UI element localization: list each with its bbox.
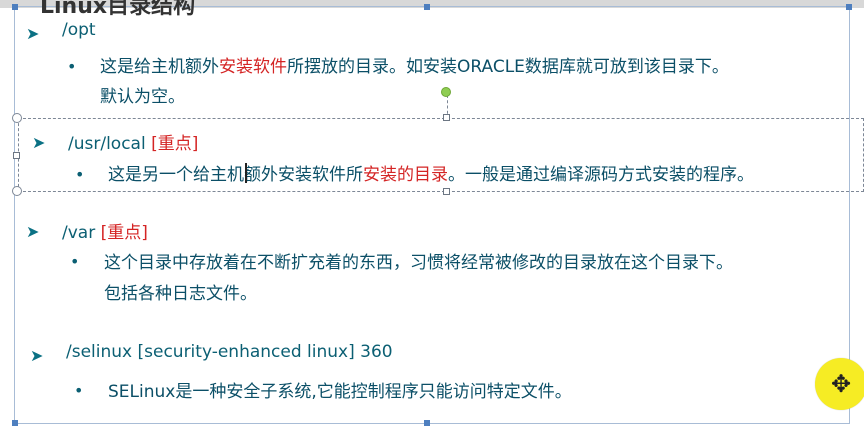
text-cursor xyxy=(245,163,247,183)
arrowhead-icon: ➤ xyxy=(26,222,40,241)
resize-handle-left[interactable] xyxy=(13,152,20,159)
bullet-icon: • xyxy=(67,57,77,76)
resize-handle-top-left[interactable] xyxy=(12,113,22,123)
frame-handle-top-left[interactable] xyxy=(12,4,18,10)
section-usr-local-head: /usr/local [重点] xyxy=(68,134,199,154)
section-opt-line2: 默认为空。 xyxy=(100,87,185,107)
bullet-icon: • xyxy=(74,381,84,400)
frame-handle-bottom-center[interactable] xyxy=(424,420,430,426)
section-var-line1: 这个目录中存放着在不断扩充着的东西，习惯将经常被修改的目录放在这个目录下。 xyxy=(104,253,733,273)
bullet-icon: • xyxy=(75,165,85,184)
section-opt-head: /opt xyxy=(62,20,96,40)
section-opt-line1: 这是给主机额外安装软件所摆放的目录。如安装ORACLE数据库就可放到该目录下。 xyxy=(100,57,729,77)
arrowhead-icon: ➤ xyxy=(26,24,40,43)
frame-handle-top-right[interactable] xyxy=(846,4,852,10)
rotate-handle[interactable] xyxy=(441,87,451,97)
resize-handle-bottom[interactable] xyxy=(443,188,450,195)
frame-handle-bottom-left[interactable] xyxy=(12,420,18,426)
arrowhead-icon: ➤ xyxy=(30,346,44,365)
resize-handle-bottom-left[interactable] xyxy=(12,186,22,196)
move-icon[interactable]: ✥ xyxy=(815,358,864,410)
section-selinux-head: /selinux [security-enhanced linux] 360 xyxy=(66,342,393,362)
arrowhead-icon: ➤ xyxy=(32,133,46,152)
section-selinux-line1: SELinux是一种安全子系统,它能控制程序只能访问特定文件。 xyxy=(108,382,572,402)
resize-handle-top[interactable] xyxy=(443,114,450,121)
section-var-head: /var [重点] xyxy=(62,223,148,243)
frame-handle-top-center[interactable] xyxy=(424,4,430,10)
slide-title: Linux目录结构 xyxy=(40,0,196,19)
bullet-icon: • xyxy=(70,252,80,271)
section-usr-local-line1: 这是另一个给主机额外安装软件所安装的目录。一般是通过编译源码方式安装的程序。 xyxy=(108,165,754,185)
slide-canvas[interactable]: Linux目录结构 ➤ /opt • 这是给主机额外安装软件所摆放的目录。如安装… xyxy=(0,0,864,426)
section-var-line2: 包括各种日志文件。 xyxy=(104,284,257,304)
